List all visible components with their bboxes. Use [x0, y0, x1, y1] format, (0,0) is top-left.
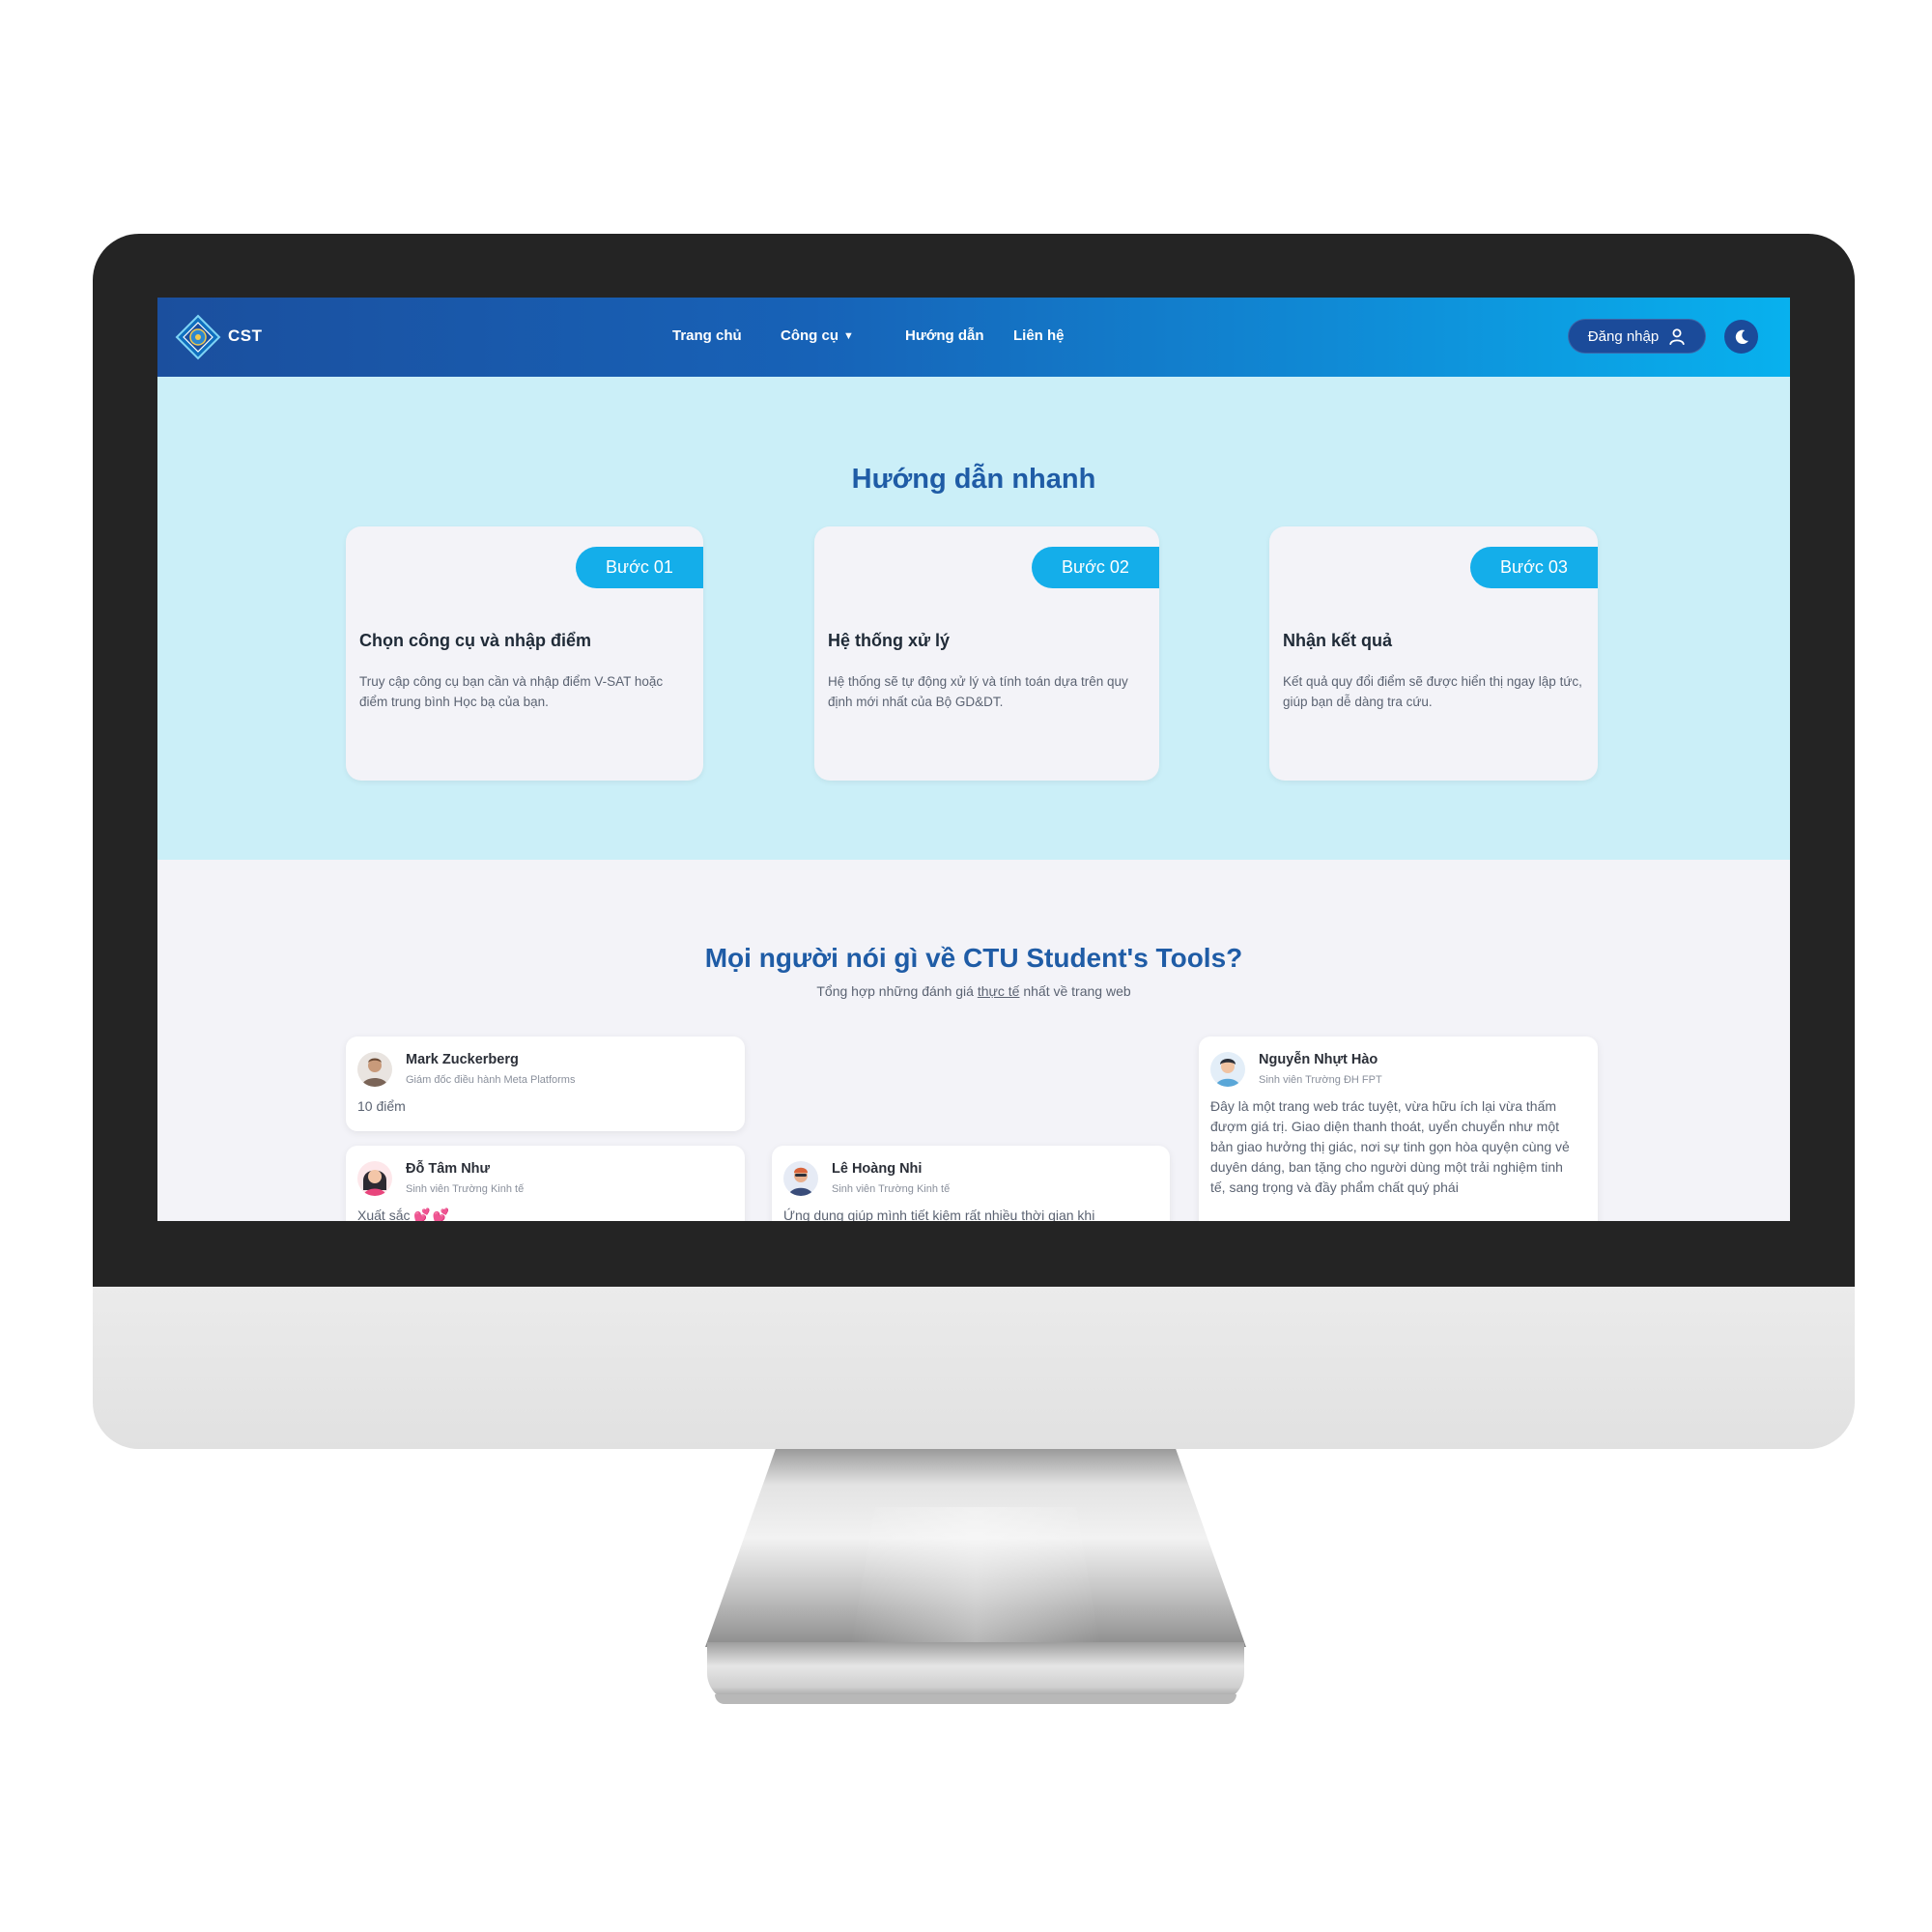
nav-link-home[interactable]: Trang chủ	[672, 327, 742, 344]
step-description: Hệ thống sẽ tự động xử lý và tính toán d…	[828, 674, 1128, 709]
review-text: Đây là một trang web trác tuyệt, vừa hữu…	[1210, 1098, 1570, 1195]
moon-icon	[1735, 329, 1748, 344]
reviews-subtitle-post: nhất về trang web	[1019, 983, 1131, 999]
navbar: CST Trang chủ Công cụ ▼ Hướng dẫn Liên hệ…	[157, 298, 1790, 377]
reviews-subtitle-pre: Tổng hợp những đánh giá	[816, 983, 978, 999]
step-card-3: Bước 03 Nhận kết quả Kết quả quy đổi điể…	[1269, 526, 1598, 781]
review-text-content: Xuất sắc	[357, 1208, 411, 1221]
review-card: Nguyễn Nhựt Hào Sinh viên Trường ĐH FPT …	[1199, 1037, 1598, 1221]
step-description: Truy cập công cụ bạn cần và nhập điểm V-…	[359, 674, 664, 709]
step-title: Chọn công cụ và nhập điểm	[359, 631, 592, 650]
step-title: Nhận kết quả	[1283, 631, 1393, 650]
theme-toggle-button[interactable]	[1724, 320, 1758, 354]
user-icon	[1669, 328, 1685, 345]
reviewer-role: Sinh viên Trường Kinh tế	[406, 1183, 525, 1195]
step-title: Hệ thống xử lý	[828, 631, 951, 650]
nav-link-contact[interactable]: Liên hệ	[1013, 327, 1065, 344]
step-card-1: Bước 01 Chọn công cụ và nhập điểm Truy c…	[346, 526, 703, 781]
review-card: Đỗ Tâm Như Sinh viên Trường Kinh tế Xuất…	[346, 1146, 745, 1221]
guide-title: Hướng dẫn nhanh	[851, 464, 1096, 495]
step-badge: Bước 03	[1470, 547, 1598, 588]
screen: CST Trang chủ Công cụ ▼ Hướng dẫn Liên hệ…	[157, 298, 1790, 1221]
avatar	[357, 1052, 392, 1087]
monitor-chin	[93, 1287, 1855, 1449]
reviews-subtitle-emphasis: thực tế	[977, 983, 1020, 999]
review-card: Mark Zuckerberg Giám đốc điều hành Meta …	[346, 1037, 745, 1131]
monitor-stand-base	[707, 1642, 1244, 1702]
reviewer-role: Sinh viên Trường ĐH FPT	[1259, 1074, 1382, 1086]
login-button[interactable]: Đăng nhập	[1568, 319, 1706, 354]
reviewer-name: Nguyễn Nhựt Hào	[1259, 1052, 1378, 1067]
reviewer-name: Lê Hoàng Nhi	[832, 1161, 923, 1177]
brand-name[interactable]: CST	[228, 327, 263, 346]
reviewer-name: Đỗ Tâm Như	[406, 1161, 491, 1177]
avatar	[783, 1161, 818, 1196]
review-text: 10 điểm	[357, 1098, 406, 1114]
avatar	[357, 1161, 392, 1196]
avatar	[1210, 1052, 1245, 1087]
nav-link-guide[interactable]: Hướng dẫn	[905, 327, 984, 344]
review-text: Xuất sắc 💕💕	[357, 1206, 727, 1221]
step-badge: Bước 02	[1032, 547, 1159, 588]
reviews-title: Mọi người nói gì về CTU Student's Tools?	[704, 943, 1243, 973]
reviews-subtitle: Tổng hợp những đánh giá thực tế nhất về …	[157, 983, 1790, 999]
nav-link-tools[interactable]: Công cụ ▼	[781, 327, 854, 344]
reviewer-role: Giám đốc điều hành Meta Platforms	[406, 1074, 576, 1086]
monitor-stand-highlight	[850, 1507, 1101, 1652]
step-card-2: Bước 02 Hệ thống xử lý Hệ thống sẽ tự độ…	[814, 526, 1159, 781]
quick-guide-section: Hướng dẫn nhanh Bước 01 Chọn công cụ và …	[157, 377, 1790, 860]
monitor-stand-edge	[715, 1694, 1236, 1704]
login-button-label: Đăng nhập	[1587, 327, 1660, 345]
step-badge: Bước 01	[576, 547, 703, 588]
logo-icon[interactable]	[175, 314, 221, 360]
nav-link-tools-label: Công cụ	[781, 327, 838, 344]
reviewer-name: Mark Zuckerberg	[406, 1052, 519, 1067]
review-text: Ứng dụng giúp mình tiết kiệm rất nhiều t…	[783, 1208, 1095, 1221]
step-description: Kết quả quy đổi điểm sẽ được hiển thị ng…	[1283, 674, 1582, 709]
hearts-emoji: 💕💕	[413, 1208, 452, 1221]
reviewer-role: Sinh viên Trường Kinh tế	[832, 1183, 951, 1195]
review-card: Lê Hoàng Nhi Sinh viên Trường Kinh tế Ứn…	[772, 1146, 1170, 1221]
chevron-down-icon: ▼	[843, 330, 854, 342]
